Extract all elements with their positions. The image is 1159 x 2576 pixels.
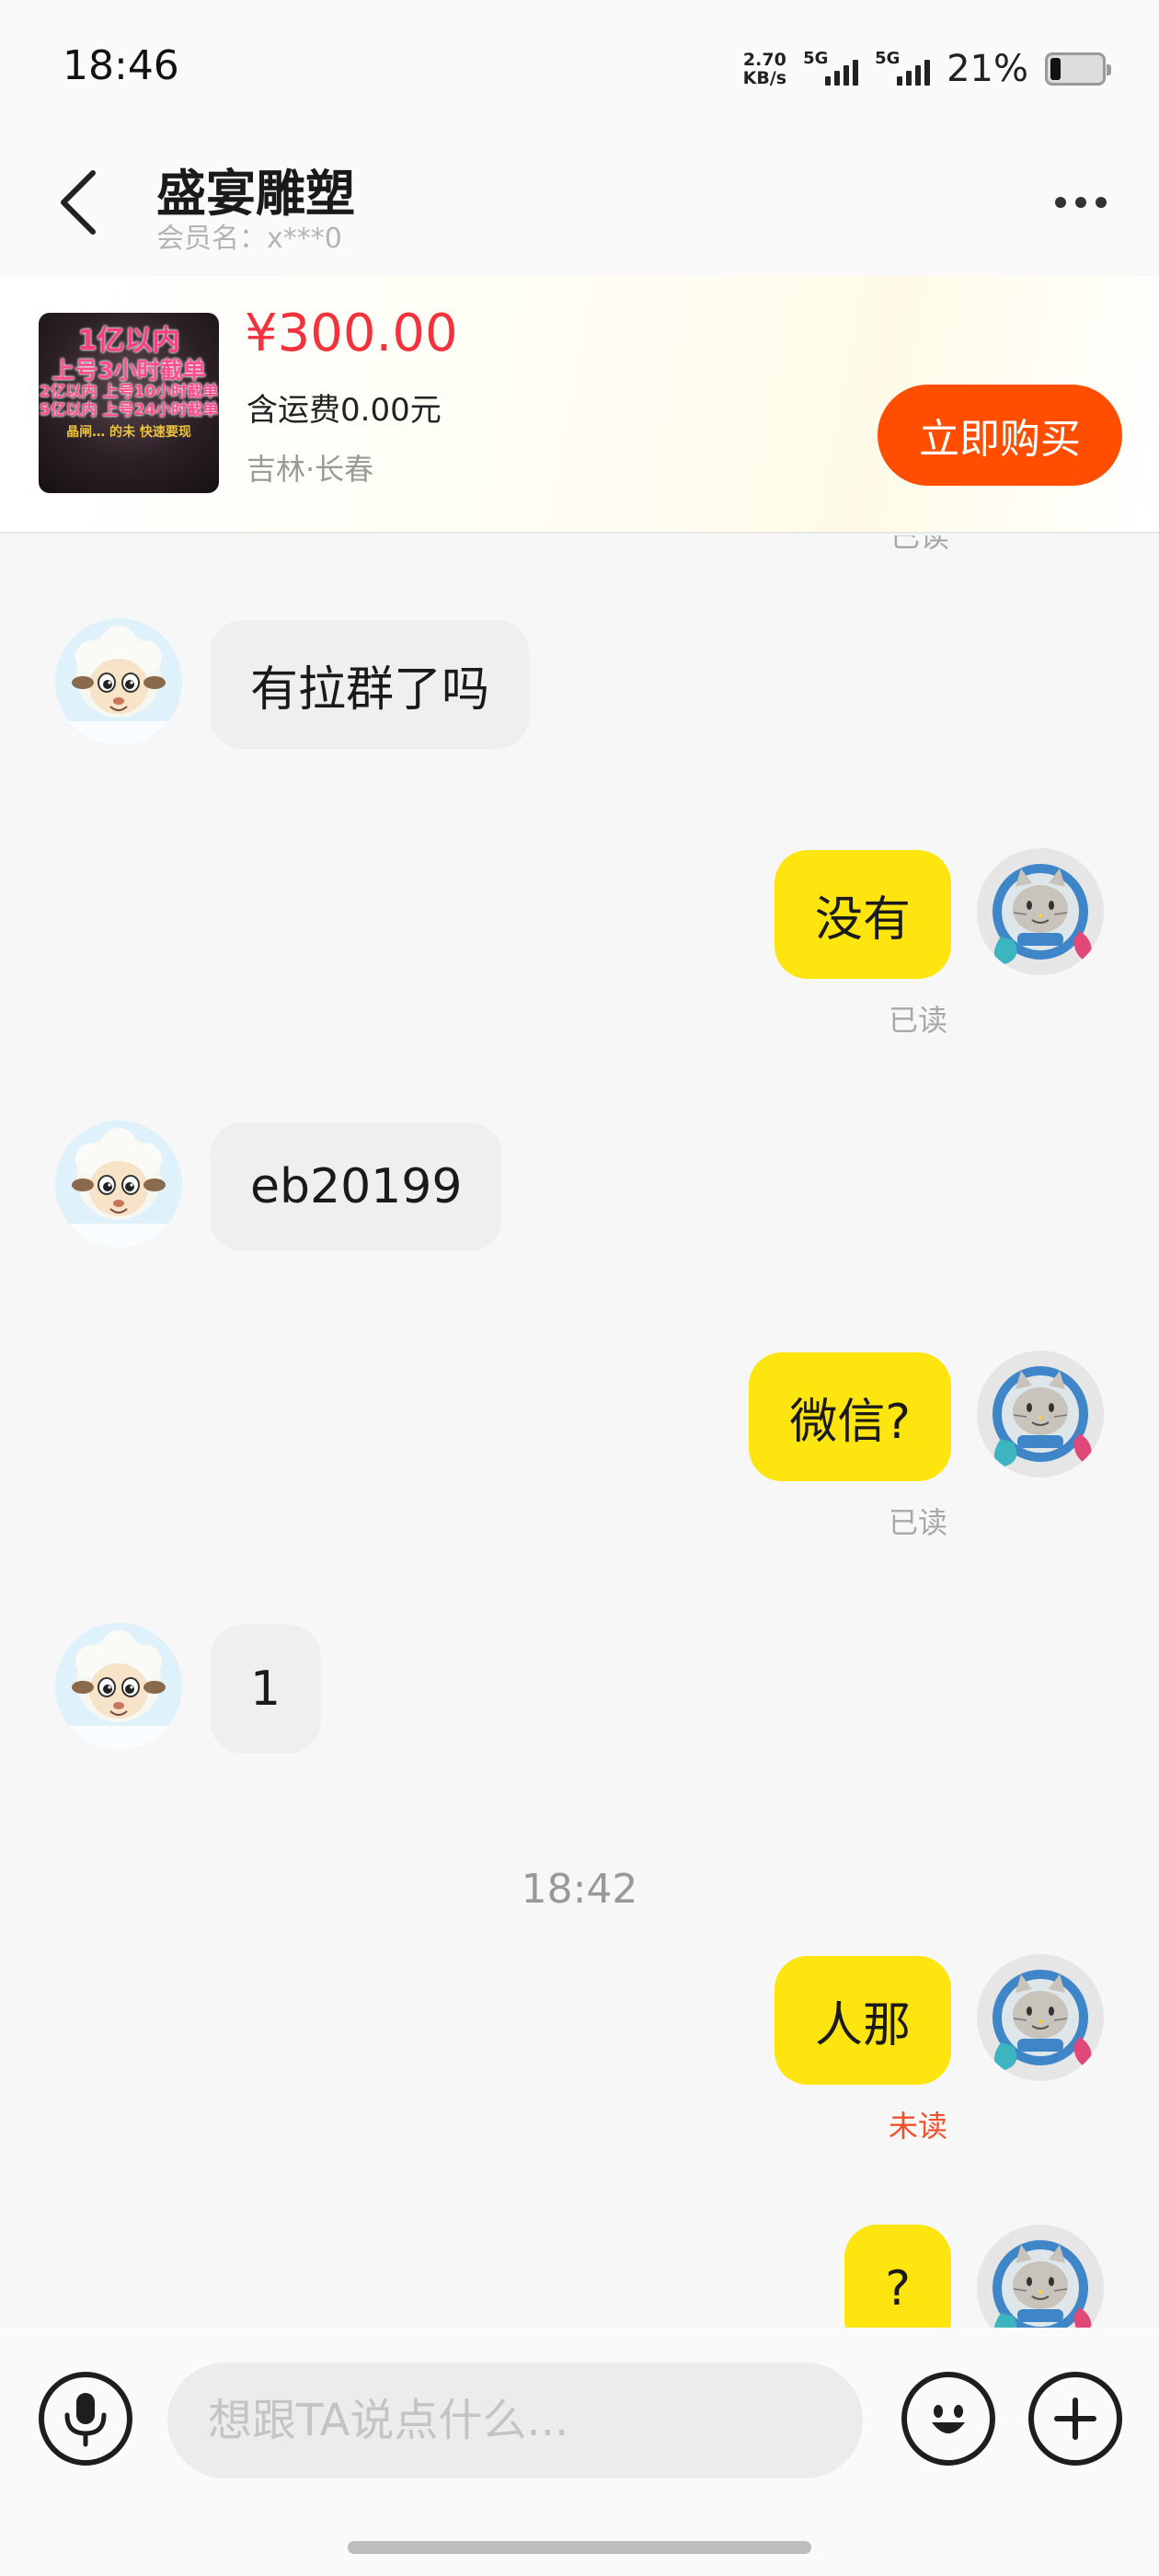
signal-icon: 5G [875,49,931,89]
home-indicator[interactable] [348,2541,811,2554]
my-avatar[interactable] [977,1954,1104,2081]
cat-avatar-icon [977,848,1104,975]
message-bubble-outgoing[interactable]: ? [844,2225,951,2328]
unread-receipt: 未读 [888,2109,947,2144]
cat-avatar-icon [977,1954,1104,2081]
thumbnail-text: 5亿以内 上号24小时截单 [39,400,219,420]
status-time: 18:46 [63,42,179,89]
emoji-button[interactable] [901,2372,995,2466]
message-bubble-outgoing[interactable]: 微信? [749,1352,951,1481]
my-avatar[interactable] [977,848,1104,975]
message-bubble-incoming[interactable]: 1 [210,1625,322,1754]
input-bar [0,2328,1159,2576]
signal-icon: 5G [803,49,859,89]
message-row-outgoing: 微信? 已读 [0,1351,1159,1553]
message-row-outgoing: 人那 未读 [0,1954,1159,2156]
sheep-avatar-icon [55,1623,182,1750]
message-bubble-outgoing[interactable]: 没有 [774,850,951,979]
sheep-avatar-icon [55,618,182,745]
battery-percent: 21% [947,48,1028,90]
chat-messages[interactable]: 已读 有拉群了吗 没有 已读 eb20199 微信? 已读 1 18:42 人那… [0,535,1159,2328]
battery-icon [1045,52,1111,86]
message-row-outgoing: 没有 已读 [0,848,1159,1051]
read-receipt: 已读 [888,1003,947,1038]
more-button[interactable] [1039,175,1122,230]
message-row-incoming: 有拉群了吗 [0,618,1159,765]
message-bubble-incoming[interactable]: 有拉群了吗 [210,620,531,749]
more-actions-button[interactable] [1028,2372,1122,2466]
chat-header: 盛宴雕塑 会员名：x***0 [0,138,1159,276]
message-bubble-incoming[interactable]: eb20199 [210,1122,503,1251]
network-speed-unit: KB/s [742,68,787,88]
time-divider: 18:42 [521,1866,638,1913]
cat-avatar-icon [977,1351,1104,1478]
back-button[interactable] [46,166,110,239]
contact-avatar[interactable] [55,1623,182,1750]
read-receipt: 已读 [888,1505,947,1540]
member-name: 会员名：x***0 [156,223,342,255]
network-speed-value: 2.70 [742,50,786,70]
thumbnail-text: 2亿以内 上号10小时截单 [39,383,219,402]
buy-now-button[interactable]: 立即购买 [878,385,1122,486]
plus-icon [1054,2398,1096,2440]
contact-avatar[interactable] [55,1121,182,1248]
chevron-left-icon [61,170,96,235]
product-card[interactable]: 1亿以内 上号3小时截单 2亿以内 上号10小时截单 5亿以内 上号24小时截单… [0,276,1159,534]
voice-button[interactable] [39,2372,132,2466]
thumbnail-text: 上号3小时截单 [52,356,206,384]
thumbnail-text: 晶闸… 的未 快速要现 [66,425,191,441]
status-indicators: 2.70 KB/s 5G 5G 21% [743,46,1111,92]
sheep-avatar-icon [55,1121,182,1248]
product-price: ¥300.00 [245,304,458,363]
seller-location: 吉林·长春 [247,452,374,487]
message-row-incoming: 1 [0,1623,1159,1770]
network-speed: 2.70 KB/s [743,51,786,87]
message-input[interactable] [167,2363,863,2478]
status-bar: 18:46 2.70 KB/s 5G 5G 21% [0,0,1159,138]
thumbnail-text: 1亿以内 [77,325,180,357]
my-avatar[interactable] [977,2225,1104,2328]
contact-avatar[interactable] [55,618,182,745]
microphone-icon [64,2393,107,2447]
message-row-incoming: eb20199 [0,1121,1159,1268]
smiley-icon [932,2405,965,2433]
product-thumbnail[interactable]: 1亿以内 上号3小时截单 2亿以内 上号10小时截单 5亿以内 上号24小时截单… [39,313,219,493]
shipping-fee: 含运费0.00元 [247,392,442,429]
cat-avatar-icon [977,2225,1104,2328]
read-receipt: 已读 [889,535,949,554]
message-row-outgoing: ? [0,2225,1159,2328]
my-avatar[interactable] [977,1351,1104,1478]
more-dots-icon [1055,197,1066,208]
message-bubble-outgoing[interactable]: 人那 [774,1956,951,2085]
